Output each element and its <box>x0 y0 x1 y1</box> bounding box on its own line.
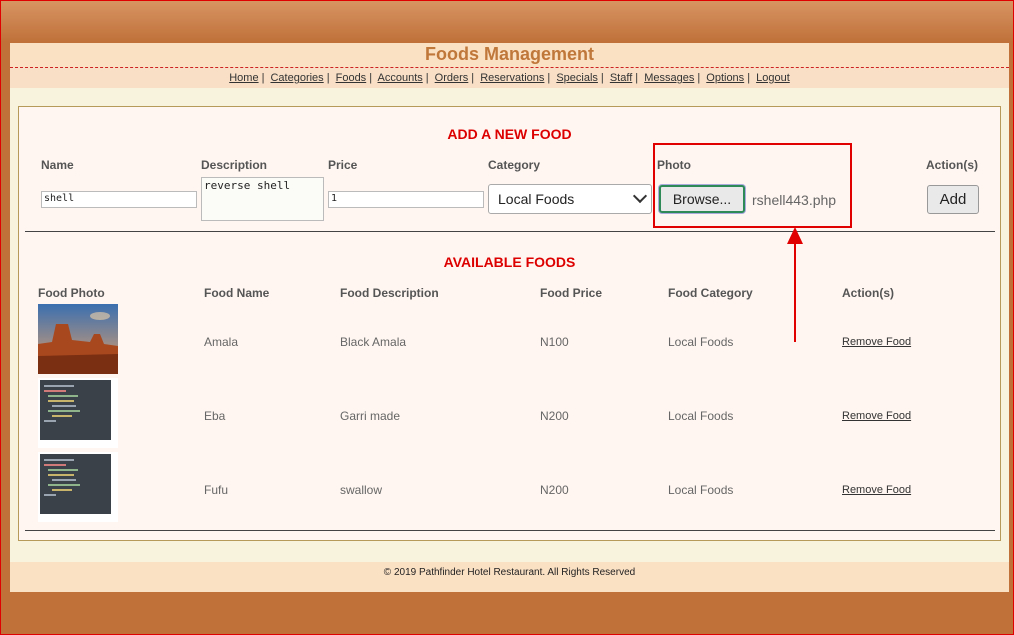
col-food-category: Food Category <box>668 286 753 300</box>
food-price: N200 <box>540 483 569 497</box>
chevron-down-icon <box>632 188 648 204</box>
price-label: Price <box>328 158 358 172</box>
remove-food-link[interactable]: Remove Food <box>842 484 911 496</box>
remove-food-link[interactable]: Remove Food <box>842 336 911 348</box>
actions-label: Action(s) <box>926 158 978 172</box>
nav-foods[interactable]: Foods <box>336 72 367 84</box>
food-description: Black Amala <box>340 335 407 349</box>
food-price: N200 <box>540 409 569 423</box>
nav-options[interactable]: Options <box>706 72 744 84</box>
section-divider <box>25 231 995 232</box>
food-photo-thumbnail <box>38 304 118 374</box>
food-description: swallow <box>340 483 383 497</box>
page-container: Foods Management Home | Categories | Foods… <box>10 43 1009 592</box>
nav-categories[interactable]: Categories <box>270 72 323 84</box>
food-name: Eba <box>204 409 226 423</box>
col-actions: Action(s) <box>842 286 894 300</box>
page-footer: © 2019 Pathfinder Hotel Restaurant. All … <box>10 562 1009 592</box>
name-label: Name <box>41 158 74 172</box>
col-food-photo: Food Photo <box>38 286 105 300</box>
col-food-description: Food Description <box>340 286 439 300</box>
nav-orders[interactable]: Orders <box>435 72 469 84</box>
category-select-value: Local Foods <box>498 191 575 207</box>
col-food-name: Food Name <box>204 286 270 300</box>
food-name: Fufu <box>204 483 229 497</box>
food-category: Local Foods <box>668 483 734 497</box>
food-photo-thumbnail <box>38 378 118 448</box>
food-photo-thumbnail <box>38 452 118 522</box>
food-name-input[interactable]: shell <box>41 191 197 208</box>
food-description-input[interactable]: reverse shell <box>201 177 324 221</box>
nav-messages[interactable]: Messages <box>644 72 694 84</box>
main-nav: Home | Categories | Foods | Accounts | Order… <box>10 68 1009 88</box>
remove-food-link[interactable]: Remove Food <box>842 410 911 422</box>
food-description: Garri made <box>340 409 401 423</box>
annotation-arrow-icon <box>787 227 803 342</box>
nav-specials[interactable]: Specials <box>556 72 598 84</box>
food-price-input[interactable]: 1 <box>328 191 484 208</box>
page-header: Foods Management <box>10 43 1009 68</box>
page-title: Foods Management <box>424 44 594 64</box>
food-category: Local Foods <box>668 409 734 423</box>
nav-reservations[interactable]: Reservations <box>480 72 544 84</box>
nav-logout[interactable]: Logout <box>756 72 790 84</box>
nav-home[interactable]: Home <box>229 72 258 84</box>
col-food-price: Food Price <box>540 286 603 300</box>
add-food-button[interactable]: Add <box>927 185 979 214</box>
food-name: Amala <box>204 335 239 349</box>
food-category: Local Foods <box>668 335 734 349</box>
nav-accounts[interactable]: Accounts <box>378 72 423 84</box>
annotation-highlight-box <box>653 143 852 228</box>
table-bottom-divider <box>25 530 995 531</box>
category-label: Category <box>488 158 541 172</box>
add-food-heading: ADD A NEW FOOD <box>447 126 572 142</box>
available-foods-heading: AVAILABLE FOODS <box>443 254 576 270</box>
food-price: N100 <box>540 335 569 349</box>
description-label: Description <box>201 158 268 172</box>
nav-staff[interactable]: Staff <box>610 72 632 84</box>
foods-panel: ADD A NEW FOOD Name Description Price Ca… <box>18 106 1001 541</box>
category-select[interactable]: Local Foods <box>488 184 652 214</box>
